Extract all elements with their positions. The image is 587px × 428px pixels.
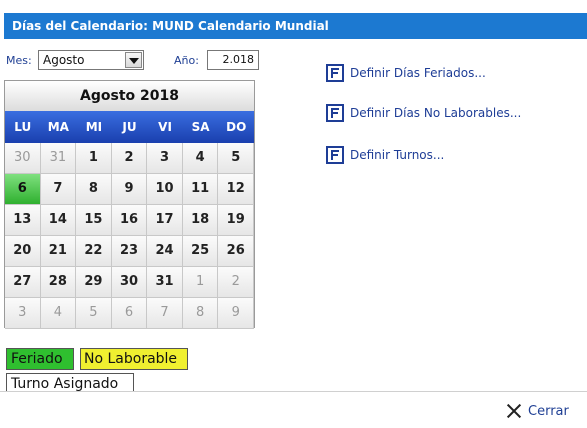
day-cell[interactable]: 26 [218,236,254,267]
day-cell[interactable]: 11 [182,174,219,205]
day-cell[interactable]: 6 [111,298,148,329]
day-cell[interactable]: 8 [182,298,219,329]
close-icon[interactable] [506,403,522,419]
day-cell[interactable]: 7 [40,174,77,205]
day-cell[interactable]: 17 [147,205,183,236]
legend-no-laborable: No Laborable [80,348,188,370]
day-cell[interactable]: 28 [40,267,77,298]
close-button[interactable]: Cerrar [506,403,569,419]
day-cell[interactable]: 29 [76,267,112,298]
link-definir-no-laborables[interactable]: Definir Días No Laborables... [326,104,521,122]
day-cell[interactable]: 23 [111,236,148,267]
chevron-down-icon[interactable] [125,52,142,68]
link-label[interactable]: Definir Turnos... [350,148,444,162]
legend-feriado: Feriado [6,348,74,370]
weekday-header: MI [85,120,103,134]
day-cell[interactable]: 4 [182,143,219,174]
definir-icon[interactable] [326,64,344,82]
day-cell[interactable]: 30 [5,143,41,174]
day-cell[interactable]: 1 [76,143,112,174]
day-cell[interactable]: 18 [182,205,219,236]
link-definir-turnos[interactable]: Definir Turnos... [326,146,444,164]
weekday-header: MA [47,120,69,134]
dialog-title: Días del Calendario: MUND Calendario Mun… [4,13,587,39]
calendar-title: Agosto 2018 [5,81,254,111]
day-cell[interactable]: 24 [147,236,183,267]
day-cell[interactable]: 16 [111,205,148,236]
day-cell[interactable]: 12 [218,174,254,205]
day-cell[interactable]: 19 [218,205,254,236]
link-definir-feriados[interactable]: Definir Días Feriados... [326,64,486,82]
day-cell[interactable]: 31 [40,143,77,174]
calendar: Agosto 2018 LU MA MI JU VI SA DO 30 31 1… [4,80,255,329]
ano-label: Año: [174,54,199,67]
weekday-header: JU [122,120,137,134]
day-cell[interactable]: 5 [76,298,112,329]
day-cell[interactable]: 7 [147,298,183,329]
definir-icon[interactable] [326,104,344,122]
ano-input[interactable]: 2.018 [207,50,259,70]
definir-icon[interactable] [326,146,344,164]
mes-select[interactable]: Agosto [38,50,144,70]
day-cell[interactable]: 8 [76,174,112,205]
weekday-header: LU [14,120,32,134]
day-cell[interactable]: 2 [218,267,254,298]
mes-selected-value: Agosto [43,53,85,67]
day-cell[interactable]: 22 [76,236,112,267]
link-label[interactable]: Definir Días No Laborables... [350,106,521,120]
day-cell[interactable]: 30 [111,267,148,298]
day-cell[interactable]: 1 [182,267,219,298]
weekday-header: DO [226,120,247,134]
weekday-header: VI [158,120,172,134]
day-cell[interactable]: 20 [5,236,41,267]
link-label[interactable]: Definir Días Feriados... [350,66,486,80]
day-cell[interactable]: 31 [147,267,183,298]
legend-turno-asignado: Turno Asignado [6,373,134,393]
day-cell[interactable]: 5 [218,143,254,174]
day-cell[interactable]: 15 [76,205,112,236]
day-cell[interactable]: 21 [40,236,77,267]
day-cell[interactable]: 27 [5,267,41,298]
day-cell[interactable]: 14 [40,205,77,236]
mes-label: Mes: [6,54,32,67]
day-cell[interactable]: 25 [182,236,219,267]
day-cell[interactable]: 9 [218,298,254,329]
day-cell[interactable]: 2 [111,143,148,174]
day-cell[interactable]: 9 [111,174,148,205]
dialog-footer: Cerrar [0,391,587,428]
day-cell[interactable]: 3 [147,143,183,174]
day-cell[interactable]: 13 [5,205,41,236]
day-cell[interactable]: 10 [147,174,183,205]
day-cell-feriado[interactable]: 6 [5,174,41,205]
day-cell[interactable]: 4 [40,298,77,329]
close-label[interactable]: Cerrar [528,404,569,419]
day-cell[interactable]: 3 [5,298,41,329]
weekday-header: SA [191,120,210,134]
